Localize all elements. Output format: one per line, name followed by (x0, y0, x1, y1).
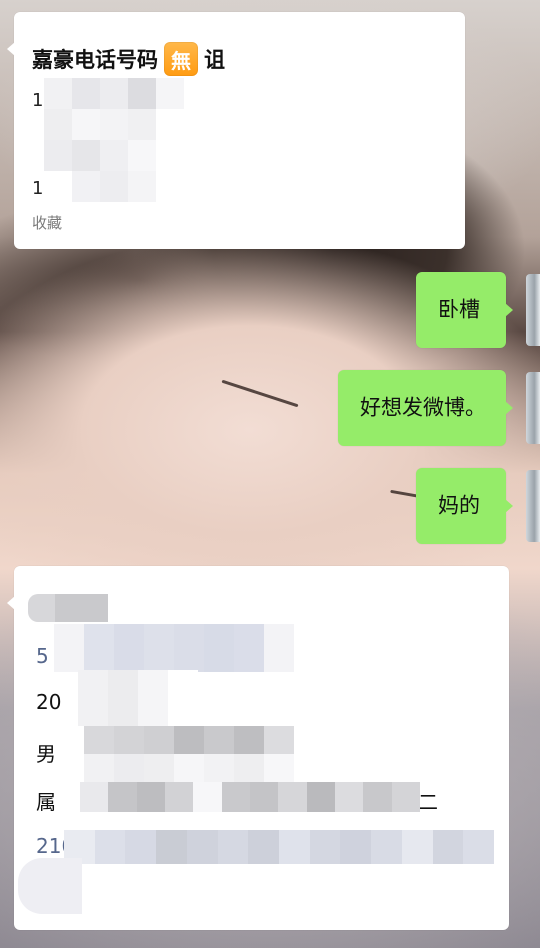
outgoing-message[interactable]: 妈的 (416, 468, 513, 544)
info-line-4: 属 (36, 790, 56, 814)
eyelash-mark (221, 379, 299, 408)
incoming-info-message[interactable]: 5 20 男 属 二 210 7 (7, 566, 509, 930)
pixelation-mask (80, 782, 420, 812)
note-title-suffix: 诅 (204, 48, 225, 72)
note-title-text: 嘉豪电话号码 (32, 48, 158, 72)
pixelation-mask (18, 858, 82, 914)
user-avatar[interactable] (526, 274, 540, 346)
outgoing-message[interactable]: 卧槽 (416, 272, 513, 348)
info-line-3: 男 (36, 742, 56, 766)
user-avatar[interactable] (526, 372, 540, 444)
pixelation-mask (44, 78, 184, 202)
info-line-4-suffix: 二 (418, 790, 438, 814)
info-line-2: 20 (36, 690, 62, 714)
pixelation-mask (54, 624, 294, 672)
wu-emoji-icon: 無 (164, 42, 198, 76)
pixelation-mask (54, 726, 324, 782)
info-line-1: 5 (36, 644, 49, 668)
pixelation-mask (78, 670, 198, 726)
favorite-label: 收藏 (32, 214, 63, 232)
message-text: 妈的 (438, 493, 480, 518)
note-card-phone[interactable]: 嘉豪电话号码 無 诅 18 13 收藏 (7, 12, 465, 249)
message-text: 卧槽 (438, 297, 480, 322)
user-avatar[interactable] (526, 470, 540, 542)
outgoing-message[interactable]: 好想发微博。 (338, 370, 513, 446)
pixelation-mask (64, 830, 494, 864)
pixelation-mask (28, 594, 108, 622)
message-text: 好想发微博。 (360, 395, 486, 420)
note-card-title: 嘉豪电话号码 無 诅 (32, 42, 225, 76)
